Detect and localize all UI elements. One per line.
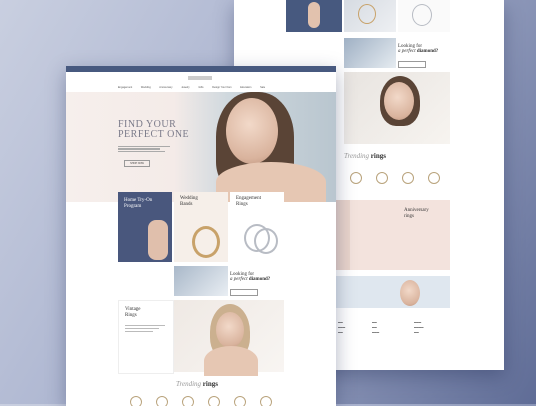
nav-item[interactable]: Jewelry [181,86,189,89]
ring-icon[interactable] [234,396,246,406]
logo[interactable] [188,76,212,80]
anniversary-card[interactable]: Anniversary rings [334,200,450,270]
portrait-photo-back [344,72,450,144]
hand-photo-dark [286,0,342,32]
vintage-portrait [174,300,284,376]
footer-col-1: ▬▬ ▬▬▬ ▬▬ [338,321,346,334]
silver-ring-icon [254,228,278,254]
promo-italic: a perfect [230,277,248,282]
trending-title: Trending rings [176,380,218,388]
promo-button-back[interactable] [398,61,426,68]
ring-icon[interactable] [260,396,272,406]
vintage-rings-card[interactable]: Vintage Rings [118,300,174,374]
model-face [226,98,278,164]
gold-band-icon [192,226,220,258]
footer-col-2: ▬▬ ▬▬ ▬▬▬ [372,321,380,334]
hand-photo [148,220,168,260]
nav-item[interactable]: Design Your Own [212,86,231,89]
wedding-bands-title-2: Bands [180,202,193,207]
ring-icon[interactable] [402,172,414,184]
ring-icon[interactable] [208,396,220,406]
nav-item[interactable]: Wedding [141,86,151,89]
promo-bold: diamond? [248,277,271,282]
nav-item[interactable]: Education [240,86,251,89]
promo-italic: a perfect [398,49,416,54]
ring-icon[interactable] [376,172,388,184]
vintage-title-2: Rings [125,313,137,318]
diamond-photo [174,266,228,296]
rings-photo-top-2 [398,0,450,32]
promo-bold: diamond? [416,49,439,54]
engagement-title-2: Rings [236,202,248,207]
hero-shop-button[interactable]: SHOP NOW [124,160,150,167]
hero-section: FIND YOUR PERFECT ONE SHOP NOW [66,92,336,202]
promo-button[interactable] [230,289,258,296]
home-try-on-card[interactable]: Home Try-On Program [118,192,172,262]
rings-photo-top [344,0,396,32]
home-try-on-title-2: Program [124,204,142,209]
ring-icon[interactable] [428,172,440,184]
nav-item[interactable]: Sale [260,86,265,89]
promo-text: Looking for a perfect diamond? [230,272,290,296]
front-page-preview: Engagement Wedding Anniversary Jewelry G… [66,66,336,406]
bottom-band-back [334,276,450,308]
header: Engagement Wedding Anniversary Jewelry G… [66,72,336,92]
ring-icon[interactable] [130,396,142,406]
ring-icon[interactable] [350,172,362,184]
nav-item[interactable]: Anniversary [159,86,172,89]
anniversary-photo [334,200,350,270]
ring-icon[interactable] [182,396,194,406]
wedding-bands-card[interactable]: Wedding Bands [174,192,228,262]
hero-title: FIND YOUR PERFECT ONE [118,119,190,140]
promo-text-back: Looking for a perfect diamond? [398,44,478,68]
nav-item[interactable]: Gifts [198,86,203,89]
nav-item[interactable]: Engagement [118,86,132,89]
ring-icon[interactable] [156,396,168,406]
engagement-rings-card[interactable]: Engagement Rings [230,192,284,262]
diamond-photo [344,38,396,68]
hero-body-text [118,144,170,154]
main-nav: Engagement Wedding Anniversary Jewelry G… [118,86,265,89]
trending-title-back: Trending rings [344,152,386,160]
footer-col-3: ▬▬▬ ▬▬▬▬ ▬▬ [414,321,424,334]
vintage-body [125,323,165,334]
anniversary-title-2: rings [404,214,414,219]
